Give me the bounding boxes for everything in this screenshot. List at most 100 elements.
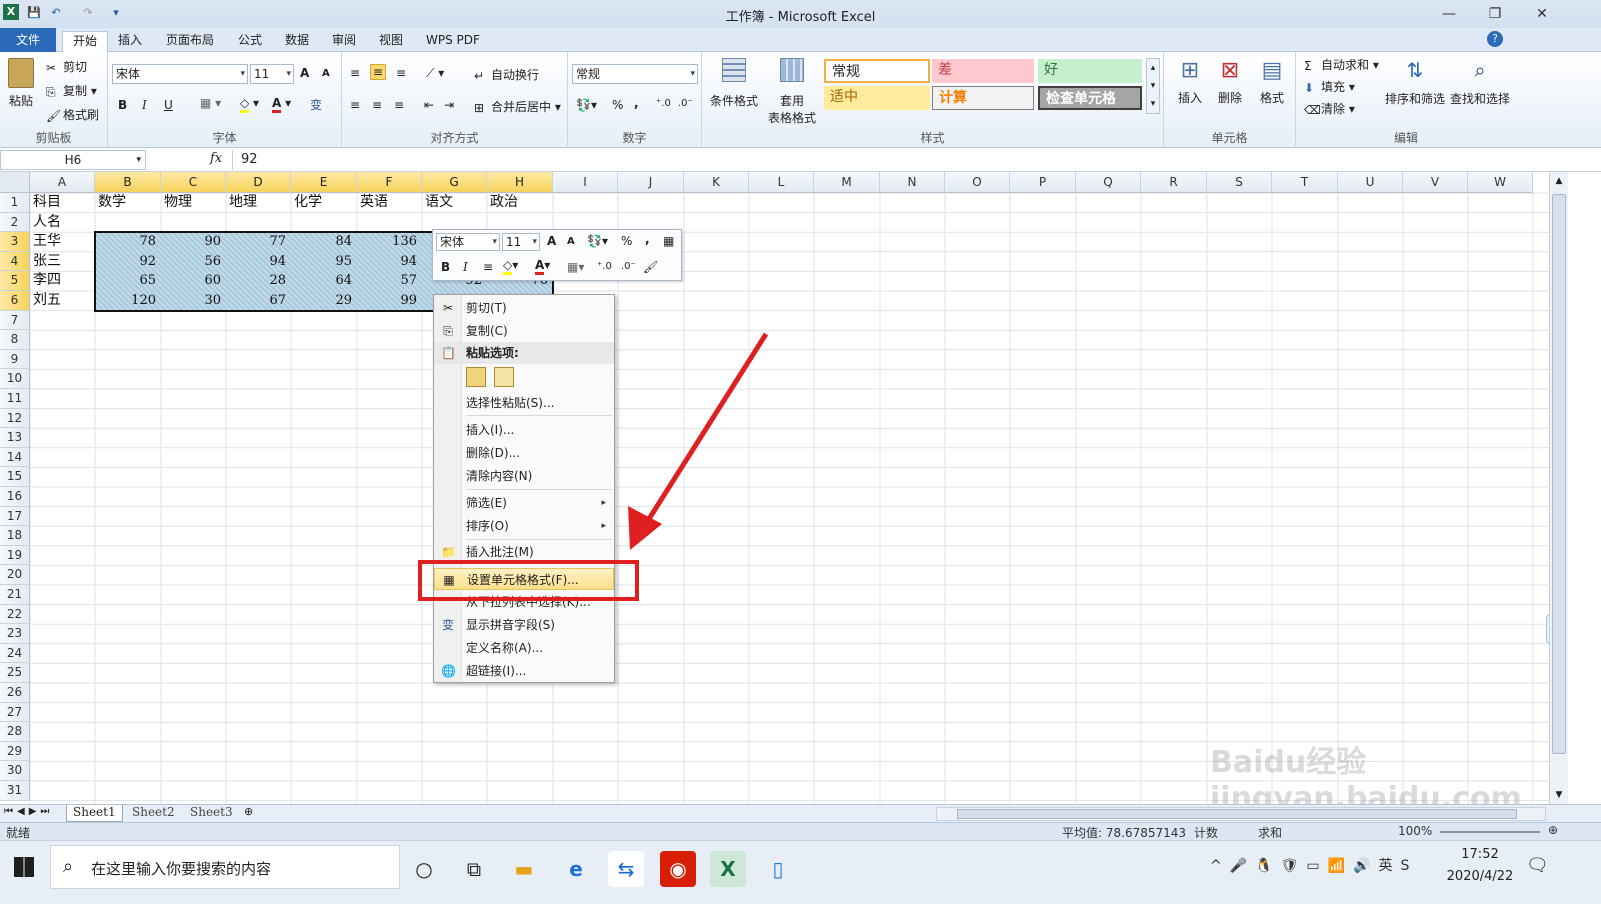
column-header-J[interactable]: J bbox=[618, 172, 684, 193]
format-as-table-button[interactable]: 套用 表格格式 bbox=[762, 58, 822, 126]
cut-button[interactable]: ✂ 剪切 bbox=[46, 58, 87, 75]
mini-grow-font-icon[interactable]: A bbox=[547, 234, 556, 248]
menu-item-filter[interactable]: 筛选(E) ▸ bbox=[434, 492, 614, 514]
row-header-30[interactable]: 30 bbox=[0, 761, 30, 781]
menu-item-sort[interactable]: 排序(O) ▸ bbox=[434, 515, 614, 537]
row-header-24[interactable]: 24 bbox=[0, 643, 30, 664]
menu-item-define-name[interactable]: 定义名称(A)... bbox=[434, 637, 614, 659]
cell-value[interactable]: 65 bbox=[98, 272, 156, 292]
mini-format-icon[interactable]: ▦ bbox=[663, 234, 674, 248]
menu-item-copy[interactable]: ⎘ 复制(C) bbox=[434, 320, 614, 342]
column-header-T[interactable]: T bbox=[1272, 172, 1338, 193]
paste-option-values-icon[interactable] bbox=[494, 367, 514, 387]
column-header-M[interactable]: M bbox=[814, 172, 880, 193]
format-cells-button[interactable]: ▤ 格式 bbox=[1252, 58, 1292, 106]
decrease-indent-icon[interactable]: ⇤ bbox=[424, 98, 434, 112]
mini-percent-button[interactable]: % bbox=[621, 234, 632, 248]
row-header-19[interactable]: 19 bbox=[0, 545, 30, 566]
tab-view[interactable]: 视图 bbox=[373, 31, 409, 52]
cell-value[interactable]: 67 bbox=[229, 292, 286, 312]
column-header-I[interactable]: I bbox=[553, 172, 618, 193]
style-neutral[interactable]: 适中 bbox=[824, 86, 930, 110]
cortana-icon[interactable]: ○ bbox=[406, 851, 442, 887]
sheet-nav-icons[interactable]: ⏮◀▶⏭ bbox=[4, 806, 53, 817]
row-header-1[interactable]: 1 bbox=[0, 193, 30, 213]
orientation-icon[interactable]: ⟋ ▾ bbox=[426, 66, 444, 81]
insert-cells-button[interactable]: ⊞ 插入 bbox=[1170, 58, 1210, 106]
tab-page-layout[interactable]: 页面布局 bbox=[160, 31, 220, 52]
decrease-decimal-icon[interactable]: .0⁻ bbox=[678, 98, 693, 109]
style-calculation[interactable]: 计算 bbox=[932, 86, 1034, 110]
mini-center-icon[interactable]: ≡ bbox=[483, 260, 493, 274]
percent-button[interactable]: % bbox=[612, 98, 623, 112]
style-normal[interactable]: 常规 bbox=[824, 59, 930, 83]
status-zoom[interactable]: 100% bbox=[1398, 824, 1432, 838]
sort-filter-button[interactable]: ⇅ 排序和筛选 bbox=[1384, 58, 1446, 107]
mini-font-combo[interactable]: 宋体 bbox=[436, 233, 500, 251]
sheet-tab-2[interactable]: Sheet2 bbox=[126, 805, 181, 822]
cell-value[interactable]: 30 bbox=[164, 292, 221, 312]
column-header-F[interactable]: F bbox=[357, 172, 422, 193]
row-header-9[interactable]: 9 bbox=[0, 349, 30, 370]
tab-data[interactable]: 数据 bbox=[279, 31, 315, 52]
align-left-icon[interactable]: ≡ bbox=[350, 98, 360, 112]
column-header-U[interactable]: U bbox=[1338, 172, 1403, 193]
sheet-tab-3[interactable]: Sheet3 bbox=[184, 805, 239, 822]
cell-value[interactable]: 136 bbox=[360, 233, 417, 253]
scroll-down-icon[interactable]: ▼ bbox=[1550, 786, 1568, 804]
accounting-format-icon[interactable]: 💱▾ bbox=[576, 98, 597, 112]
row-header-11[interactable]: 11 bbox=[0, 389, 30, 409]
cell-header[interactable]: 地理 bbox=[229, 194, 286, 214]
phonetic-button[interactable]: 变 bbox=[310, 96, 322, 113]
tab-insert[interactable]: 插入 bbox=[112, 31, 148, 52]
row-header-25[interactable]: 25 bbox=[0, 663, 30, 683]
shrink-font-button[interactable]: A bbox=[322, 68, 330, 79]
cell-value[interactable]: 64 bbox=[294, 272, 352, 292]
row-header-31[interactable]: 31 bbox=[0, 781, 30, 801]
align-right-icon[interactable]: ≡ bbox=[394, 98, 404, 112]
row-header-29[interactable]: 29 bbox=[0, 741, 30, 762]
menu-item-phonetic[interactable]: 变显示拼音字段(S) bbox=[434, 614, 614, 636]
cell-value[interactable]: 94 bbox=[229, 253, 286, 273]
teamviewer-icon[interactable]: ⇆ bbox=[608, 851, 644, 887]
tray-icons[interactable]: ^🎤🐧🛡▭📶🔊英S bbox=[1210, 855, 1417, 875]
row-header-22[interactable]: 22 bbox=[0, 604, 30, 625]
fill-button[interactable]: ⬇ 填充 ▾ bbox=[1304, 78, 1355, 95]
column-header-N[interactable]: N bbox=[880, 172, 945, 193]
name-box[interactable]: H6 ▾ bbox=[0, 150, 146, 170]
menu-item-cut[interactable]: ✂ 剪切(T) bbox=[434, 297, 614, 319]
column-header-Q[interactable]: Q bbox=[1076, 172, 1141, 193]
cell-value[interactable]: 95 bbox=[294, 253, 352, 273]
underline-button[interactable]: U bbox=[164, 98, 173, 112]
cell-value[interactable]: 77 bbox=[229, 233, 286, 253]
tab-formulas[interactable]: 公式 bbox=[232, 31, 268, 52]
italic-button[interactable]: I bbox=[142, 98, 147, 112]
column-header-O[interactable]: O bbox=[945, 172, 1010, 193]
cell-value[interactable]: 56 bbox=[164, 253, 221, 273]
close-icon[interactable]: ✕ bbox=[1527, 4, 1557, 24]
font-size-combo[interactable]: 11 bbox=[250, 64, 294, 84]
mini-size-combo[interactable]: 11 bbox=[502, 233, 540, 251]
mini-border-icon[interactable]: ▦▾ bbox=[567, 260, 584, 274]
scroll-thumb[interactable] bbox=[1552, 194, 1566, 754]
column-header-B[interactable]: B bbox=[95, 172, 161, 193]
column-header-A[interactable]: A bbox=[30, 172, 95, 193]
row-header-15[interactable]: 15 bbox=[0, 467, 30, 487]
cell-name[interactable]: 王华 bbox=[33, 233, 90, 253]
menu-item-hyperlink[interactable]: 🌐 超链接(I)... bbox=[434, 660, 614, 682]
cell-value[interactable]: 78 bbox=[98, 233, 156, 253]
mini-format-painter-icon[interactable]: 🖌 bbox=[643, 260, 658, 274]
row-header-28[interactable]: 28 bbox=[0, 722, 30, 742]
style-bad[interactable]: 差 bbox=[932, 59, 1034, 83]
fill-color-button[interactable]: ◇ ▾ bbox=[240, 96, 259, 113]
cell-value[interactable]: 60 bbox=[164, 272, 221, 292]
grow-font-button[interactable]: A bbox=[300, 66, 309, 80]
formula-input[interactable]: 92 bbox=[232, 150, 1558, 170]
autosum-button[interactable]: Σ 自动求和 ▾ bbox=[1304, 56, 1379, 73]
horizontal-scrollbar[interactable] bbox=[936, 807, 1546, 821]
merge-center-button[interactable]: ⊞ 合并后居中 ▾ bbox=[474, 98, 561, 115]
cell-value[interactable]: 120 bbox=[98, 292, 156, 312]
row-header-6[interactable]: 6 bbox=[0, 291, 30, 311]
cell-value[interactable]: 84 bbox=[294, 233, 352, 253]
mini-comma-button[interactable]: , bbox=[645, 232, 650, 246]
